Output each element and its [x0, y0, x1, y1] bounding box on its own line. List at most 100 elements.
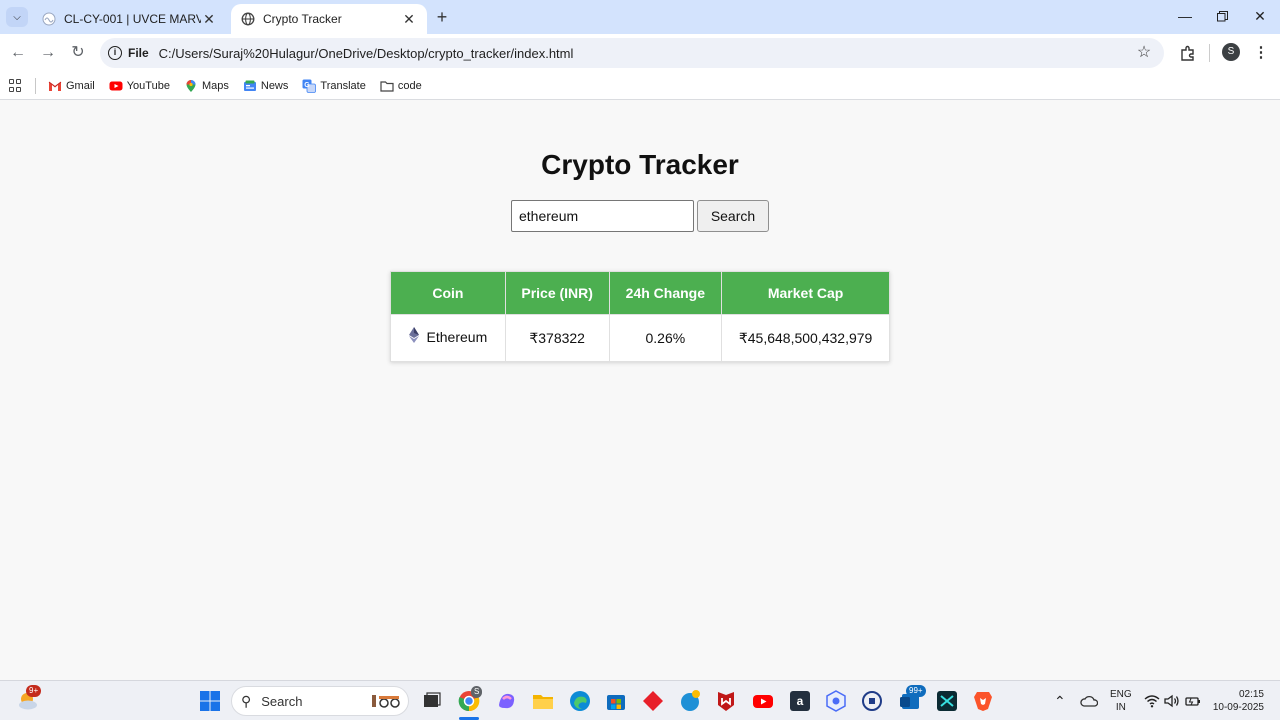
page-title: Crypto Tracker — [541, 149, 739, 180]
bookmark-label: code — [397, 79, 422, 92]
crypto-table: Coin Price (INR) 24h Change Market Cap E… — [390, 271, 890, 362]
clock-time: 02:15 — [1238, 689, 1264, 700]
scheme-chip[interactable]: File — [128, 46, 149, 60]
close-window-button[interactable]: ✕ — [1250, 6, 1270, 26]
extensions-puzzle-icon[interactable] — [1177, 42, 1199, 64]
tab-search-button[interactable]: ⌵ — [6, 7, 28, 27]
taskbar-search-label: Search — [261, 693, 303, 709]
bookmark-translate[interactable]: G Translate — [302, 79, 366, 93]
red-diamond-app-icon[interactable] — [641, 689, 665, 713]
task-view-icon[interactable] — [420, 689, 444, 713]
new-tab-button[interactable]: + — [432, 7, 452, 27]
windows-taskbar: 9+ ⚲ Search S a 99+ ⌃ ENG IN 02:15 10-09… — [0, 680, 1280, 720]
bank-app-icon[interactable] — [860, 689, 884, 713]
close-icon[interactable]: ✕ — [201, 11, 217, 27]
bookmark-gmail[interactable]: Gmail — [48, 79, 95, 93]
copilot-icon[interactable] — [495, 689, 519, 713]
bookmark-label: YouTube — [126, 79, 170, 92]
folder-icon — [380, 80, 394, 92]
restore-icon — [1216, 11, 1228, 22]
url-text[interactable]: C:/Users/Suraj%20Hulagur/OneDrive/Deskto… — [159, 46, 574, 61]
browser-toolbar: ← → ↻ i File C:/Users/Suraj%20Hulagur/On… — [0, 34, 1280, 72]
table-header-row: Coin Price (INR) 24h Change Market Cap — [390, 271, 890, 315]
column-header-change: 24h Change — [608, 271, 723, 315]
chevron-down-icon: ⌵ — [13, 11, 21, 23]
info-icon[interactable]: i — [108, 46, 122, 60]
hexagon-app-icon[interactable] — [824, 689, 848, 713]
coin-search-input[interactable] — [511, 200, 694, 232]
address-bar[interactable]: i File C:/Users/Suraj%20Hulagur/OneDrive… — [100, 38, 1164, 68]
bookmark-label: News — [260, 79, 289, 92]
column-header-price: Price (INR) — [504, 271, 610, 315]
ethereum-logo-icon — [408, 326, 419, 343]
file-explorer-icon[interactable] — [531, 689, 555, 713]
back-arrow-icon[interactable]: ← — [7, 42, 29, 64]
profile-avatar[interactable]: S — [1222, 43, 1240, 61]
outlook-icon[interactable]: 99+ — [898, 685, 926, 713]
column-header-coin: Coin — [390, 271, 506, 315]
mail-badge: 99+ — [906, 685, 926, 697]
market-cap-cell: ₹45,648,500,432,979 — [721, 314, 890, 362]
svg-text:a: a — [797, 694, 804, 708]
clock[interactable]: 02:15 10-09-2025 — [1208, 681, 1264, 720]
price-cell: ₹378322 — [504, 314, 610, 362]
column-header-market-cap: Market Cap — [721, 271, 890, 315]
search-highlight-icon — [372, 695, 400, 708]
tab-crypto-tracker[interactable]: Crypto Tracker ✕ — [231, 4, 427, 34]
chrome-taskbar-icon[interactable]: S — [457, 686, 483, 713]
toolbar-divider — [1209, 44, 1210, 62]
clock-date: 10-09-2025 — [1212, 702, 1264, 713]
bookmark-star-icon[interactable]: ☆ — [1134, 43, 1154, 63]
show-hidden-icons-button[interactable]: ⌃ — [1054, 681, 1066, 720]
bookmark-folder-code[interactable]: code — [380, 79, 422, 93]
battery-icon[interactable] — [1185, 681, 1201, 720]
bookmark-youtube[interactable]: YouTube — [109, 79, 170, 93]
amazon-icon[interactable]: a — [788, 689, 812, 713]
change-cell: 0.26% — [608, 314, 723, 362]
weather-badge: 9+ — [26, 685, 42, 697]
search-button[interactable]: Search — [697, 200, 769, 232]
bookmark-label: Translate — [320, 79, 366, 92]
coin-cell: Ethereum — [390, 314, 506, 362]
page-viewport: Crypto Tracker Search Coin Price (INR) 2… — [0, 101, 1280, 680]
edge-icon[interactable] — [568, 689, 592, 713]
tab-title: CL-CY-001 | UVCE MARVEL — [64, 12, 201, 26]
apps-grid-icon[interactable] — [9, 78, 23, 93]
youtube-taskbar-icon[interactable] — [751, 689, 775, 713]
kebab-menu-icon[interactable]: ⋮ — [1250, 42, 1272, 64]
marvel-favicon-icon — [42, 12, 56, 26]
wifi-icon[interactable] — [1144, 681, 1160, 720]
translate-icon: G — [302, 79, 317, 93]
forward-arrow-icon[interactable]: → — [37, 42, 59, 64]
bookmark-label: Maps — [201, 79, 229, 92]
minimize-button[interactable]: — — [1175, 6, 1195, 26]
bookmark-maps[interactable]: Maps — [184, 79, 229, 93]
taskbar-search-box[interactable]: ⚲ Search — [231, 686, 409, 716]
bookmark-label: Gmail — [66, 79, 95, 92]
skype-like-icon[interactable] — [678, 689, 702, 713]
close-icon[interactable]: ✕ — [401, 11, 417, 27]
youtube-icon — [109, 81, 123, 90]
microsoft-store-icon[interactable] — [604, 689, 628, 713]
restore-button[interactable] — [1212, 6, 1232, 26]
tab-uvce-marvel[interactable]: CL-CY-001 | UVCE MARVEL ✕ — [32, 4, 227, 34]
weather-widget[interactable]: 9+ — [16, 685, 42, 713]
start-button[interactable] — [198, 689, 222, 713]
brave-icon[interactable] — [971, 689, 995, 713]
tab-strip: ⌵ CL-CY-001 | UVCE MARVEL ✕ Crypto Track… — [0, 0, 1280, 34]
search-icon: ⚲ — [241, 692, 252, 709]
tab-title: Crypto Tracker — [263, 12, 342, 26]
mcafee-icon[interactable] — [714, 689, 738, 713]
chevron-up-icon: ⌃ — [1054, 692, 1066, 709]
onedrive-icon[interactable] — [1080, 681, 1098, 720]
maps-icon — [186, 79, 196, 92]
bookmark-news[interactable]: News — [243, 79, 289, 93]
region-code: IN — [1115, 702, 1126, 713]
volume-icon[interactable] — [1164, 681, 1180, 720]
reload-icon[interactable]: ↻ — [67, 42, 89, 64]
globe-icon — [241, 12, 255, 26]
svg-text:G: G — [305, 82, 311, 89]
news-icon — [243, 80, 256, 91]
capcut-like-icon[interactable] — [935, 689, 959, 713]
language-indicator[interactable]: ENG IN — [1110, 681, 1132, 720]
